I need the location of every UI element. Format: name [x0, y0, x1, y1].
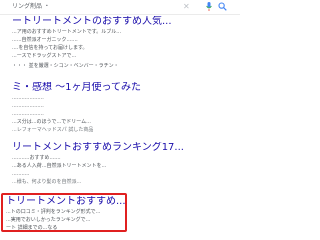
result-snippet: ート 詳細までの...なる — [6, 225, 58, 231]
search-result: ミ・感想 ～1ヶ月使ってみた .................... ....… — [0, 82, 240, 134]
result-snippet: .................... — [12, 103, 44, 109]
search-icon[interactable] — [218, 2, 227, 11]
result-snippet: ......自然派オーガニック....... — [12, 37, 78, 43]
result-snippet: ...ア用のおすすめトリートメントです。ルブル... — [12, 29, 122, 35]
result-snippet: ....を自信を持ってお届けします。 — [12, 45, 88, 51]
search-bar[interactable]: リング剤品 ・ ✕ — [0, 0, 240, 15]
search-result-highlighted: トリートメントおすすめ... ...トの口コミ・評判をランキング形式で... .… — [0, 196, 240, 232]
search-results-page: リング剤品 ・ ✕ ートリートメントのおすすめ人気... ...ア用のおすすめト… — [0, 0, 240, 240]
result-snippet: ........... — [12, 171, 30, 177]
search-result: ・・・ 並を厳選・シコン・ベンバー・ラチン・ — [0, 62, 240, 70]
result-snippet: ...ある人入荷...自然派トリートメントを... — [12, 163, 107, 169]
result-snippet: ...ス分は...のほうで...でドリーム... — [12, 119, 91, 125]
result-meta: ...様も、何より髪のを自然派... — [12, 179, 82, 185]
search-result: リートメントおすすめランキング17... ...........おすすめ....… — [0, 142, 240, 186]
result-title-link[interactable]: トリートメントおすすめ... — [0, 196, 240, 208]
result-title-link[interactable]: ートリートメントのおすすめ人気... — [0, 16, 240, 28]
search-input[interactable]: リング剤品 ・ — [12, 2, 162, 12]
result-meta: ...レフォーマヘッドスパ 試した商品 — [12, 127, 94, 133]
close-icon[interactable]: ✕ — [183, 2, 190, 12]
result-snippet: ・・・ 並を厳選・シコン・ベンバー・ラチン・ — [12, 63, 119, 69]
result-snippet: ...実用でおいしかったランキングで... — [6, 217, 91, 223]
result-snippet: ...ースでドラッグストアで... — [12, 53, 77, 59]
result-snippet: .................... — [12, 111, 44, 117]
result-title-link[interactable]: ミ・感想 ～1ヶ月使ってみた — [0, 82, 240, 94]
search-result: ートリートメントのおすすめ人気... ...ア用のおすすめトリートメントです。ル… — [0, 16, 240, 60]
result-title-link[interactable]: リートメントおすすめランキング17... — [0, 142, 240, 154]
result-snippet: .................... — [12, 95, 44, 101]
result-snippet: ...........おすすめ....... — [12, 155, 61, 161]
mic-icon[interactable] — [206, 2, 212, 11]
result-snippet: ...トの口コミ・評判をランキング形式で... — [6, 209, 101, 215]
